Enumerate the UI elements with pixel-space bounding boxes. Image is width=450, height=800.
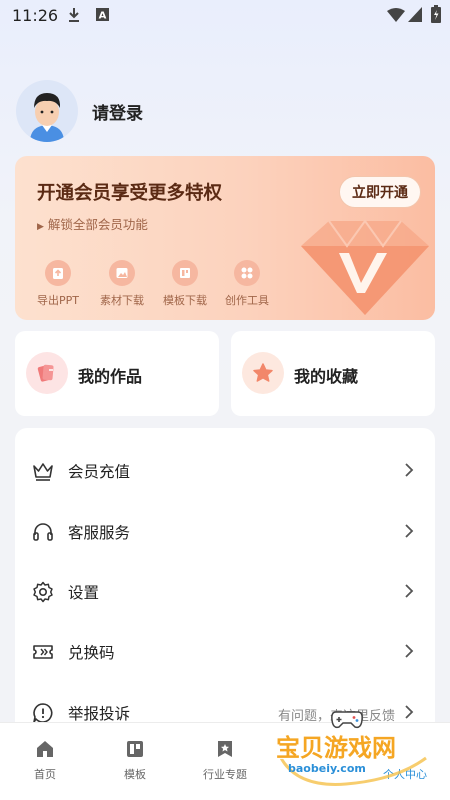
watermark-text: 宝贝游戏网 bbox=[276, 734, 396, 762]
settings-menu: 会员充值 客服服务 设置 兑换码 举报投诉 有问题， bbox=[15, 428, 435, 748]
vip-title: 开通会员享受更多特权 bbox=[37, 183, 223, 204]
vip-subtitle: ▶ 解锁全部会员功能 bbox=[37, 214, 148, 233]
vip-feature-label: 导出PPT bbox=[37, 294, 79, 307]
headset-icon bbox=[33, 523, 53, 541]
vip-gem-icon bbox=[301, 219, 429, 315]
menu-item-label: 举报投诉 bbox=[68, 705, 131, 723]
menu-item-label: 兑换码 bbox=[68, 644, 115, 662]
nav-templates[interactable]: 模板 bbox=[100, 739, 170, 782]
chevron-right-icon bbox=[405, 463, 414, 477]
menu-item-redeem-code[interactable]: 兑换码 bbox=[15, 621, 435, 681]
download-icon bbox=[69, 8, 79, 22]
avatar-image bbox=[30, 93, 64, 142]
shortcut-my-favorites[interactable]: 我的收藏 bbox=[231, 331, 435, 416]
chevron-right-icon bbox=[405, 524, 414, 538]
chevron-right-icon bbox=[405, 644, 414, 658]
vip-feature-label: 模板下载 bbox=[163, 294, 207, 307]
shortcut-label: 我的作品 bbox=[78, 367, 143, 386]
bookmark-icon bbox=[218, 741, 232, 757]
crown-icon bbox=[33, 463, 53, 481]
vip-feature-template[interactable]: 模板下载 bbox=[155, 260, 215, 308]
menu-item-customer-service[interactable]: 客服服务 bbox=[15, 501, 435, 561]
menu-item-label: 客服服务 bbox=[68, 524, 131, 542]
profile-header[interactable]: 请登录 bbox=[16, 80, 316, 144]
status-time: 11:26 bbox=[12, 6, 59, 25]
template-icon bbox=[127, 741, 143, 757]
vip-feature-tools[interactable]: 创作工具 bbox=[217, 260, 277, 308]
watermark: 宝贝游戏网 baobeiy.com bbox=[276, 704, 436, 788]
menu-item-label: 设置 bbox=[68, 584, 100, 602]
nav-label: 模板 bbox=[124, 768, 146, 781]
tools-icon bbox=[234, 260, 260, 286]
ticket-icon bbox=[33, 645, 53, 659]
vip-feature-label: 素材下载 bbox=[100, 294, 144, 307]
svg-text:A: A bbox=[99, 11, 107, 22]
vip-card[interactable]: 开通会员享受更多特权 ▶ 解锁全部会员功能 立即开通 导出PPT 素材下载 模板下… bbox=[15, 156, 435, 320]
gear-icon bbox=[33, 581, 53, 603]
nav-home[interactable]: 首页 bbox=[10, 739, 80, 782]
vip-open-button[interactable]: 立即开通 bbox=[339, 176, 421, 208]
home-icon bbox=[37, 741, 53, 757]
vip-subtitle-text: 解锁全部会员功能 bbox=[47, 217, 148, 232]
vip-feature-material[interactable]: 素材下载 bbox=[92, 260, 152, 308]
image-icon bbox=[109, 260, 135, 286]
star-icon bbox=[242, 352, 284, 394]
vip-feature-label: 创作工具 bbox=[225, 294, 269, 307]
watermark-url: baobeiy.com bbox=[288, 762, 366, 775]
nav-label: 首页 bbox=[34, 768, 56, 781]
menu-item-vip-recharge[interactable]: 会员充值 bbox=[15, 440, 435, 500]
avatar[interactable] bbox=[16, 80, 78, 142]
export-icon bbox=[45, 260, 71, 286]
shortcut-my-works[interactable]: 我的作品 bbox=[15, 331, 219, 416]
nav-industry-topics[interactable]: 行业专题 bbox=[190, 739, 260, 782]
play-arrow-icon: ▶ bbox=[37, 222, 44, 232]
signal-icon bbox=[408, 7, 422, 22]
status-bar: 11:26 A bbox=[0, 0, 450, 32]
works-icon bbox=[26, 352, 68, 394]
shortcut-label: 我的收藏 bbox=[294, 367, 359, 386]
login-link[interactable]: 请登录 bbox=[92, 99, 143, 124]
menu-item-label: 会员充值 bbox=[68, 463, 131, 481]
chevron-right-icon bbox=[405, 584, 414, 598]
nav-label: 行业专题 bbox=[203, 768, 247, 781]
battery-icon bbox=[431, 5, 441, 23]
wifi-icon bbox=[387, 8, 405, 22]
a-icon: A bbox=[96, 8, 109, 21]
template-icon bbox=[172, 260, 198, 286]
vip-feature-export[interactable]: 导出PPT bbox=[28, 260, 88, 308]
menu-item-settings[interactable]: 设置 bbox=[15, 561, 435, 621]
